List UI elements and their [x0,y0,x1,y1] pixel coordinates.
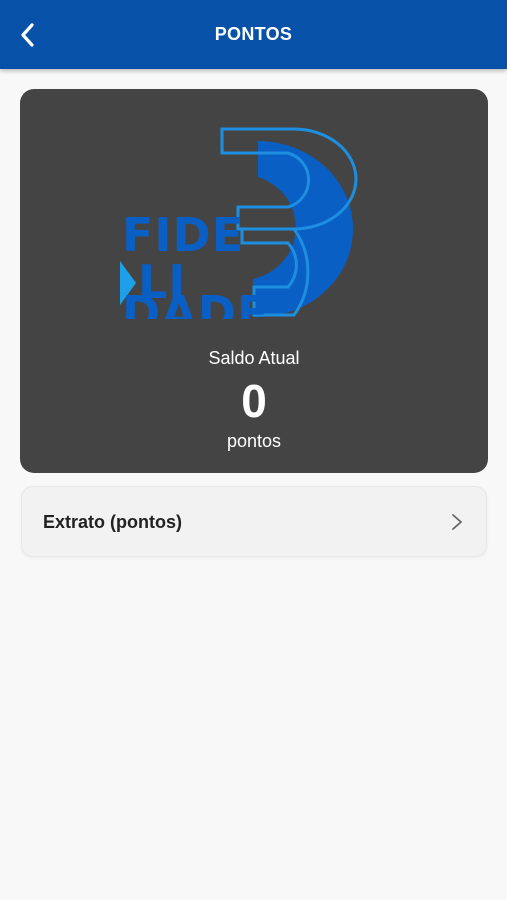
svg-text:DADE: DADE [122,286,269,319]
points-balance-card: FIDE LI DADE Saldo Atual 0 pontos [20,89,488,473]
fidelidade-logo: FIDE LI DADE [118,125,390,340]
balance-value: 0 [241,375,267,427]
extrato-menu-item[interactable]: Extrato (pontos) [21,486,487,557]
extrato-label: Extrato (pontos) [43,512,182,532]
app-header: PONTOS [0,0,507,69]
balance-unit: pontos [226,431,282,451]
chevron-right-icon [452,514,462,530]
svg-text:FIDE: FIDE [122,208,244,262]
balance-label: Saldo Atual [208,348,300,368]
page-title: PONTOS [214,24,293,44]
